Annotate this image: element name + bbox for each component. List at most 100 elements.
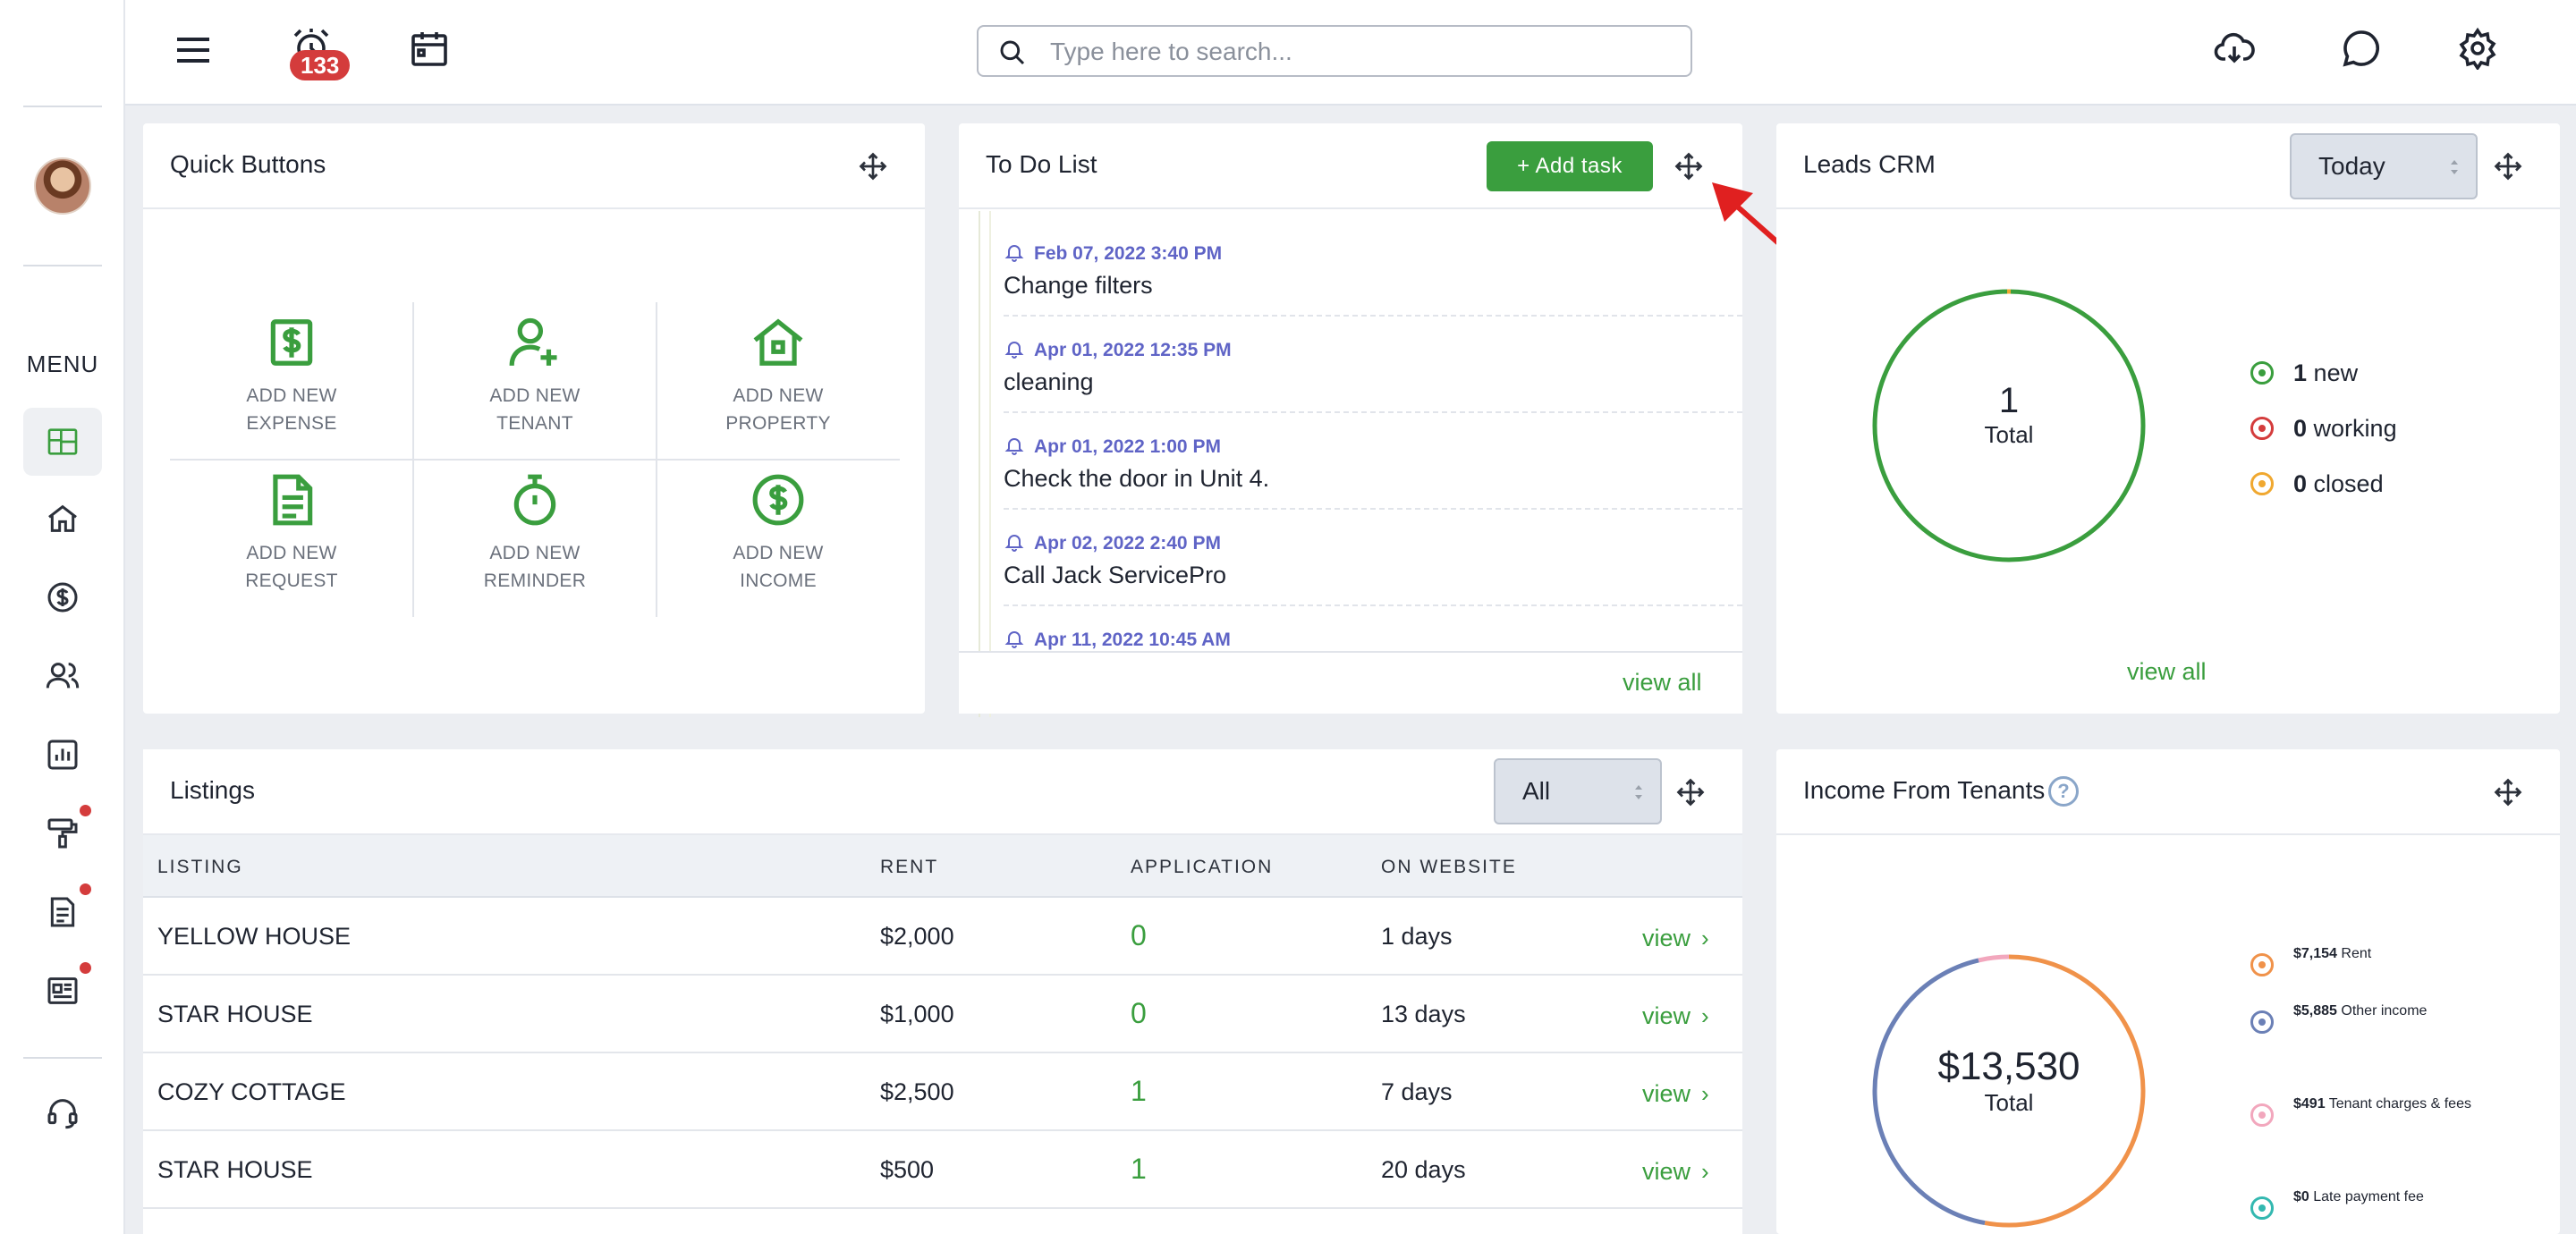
top-bar: 133: [125, 0, 2576, 106]
legend-item-working: 0 working: [2250, 413, 2397, 469]
view-listing-link[interactable]: view ›: [1642, 925, 1709, 952]
todo-card: To Do List + Add task Feb 07, 2022 3:40 …: [959, 123, 1742, 717]
listing-on-website: 20 days: [1381, 1156, 1466, 1183]
column-header[interactable]: RENT: [880, 857, 938, 878]
sidebar-item-support[interactable]: [23, 1078, 102, 1146]
period-select[interactable]: Today: [2290, 133, 2478, 199]
table-row[interactable]: STAR HOUSE $500 1 20 days view ›: [143, 1131, 1742, 1209]
cloud-download-icon: [2214, 32, 2255, 63]
add-request-button[interactable]: ADD NEW REQUEST: [170, 460, 413, 617]
listing-on-website: 13 days: [1381, 1001, 1466, 1027]
listing-name: STAR HOUSE: [157, 1156, 313, 1183]
table-row[interactable]: YELLOW HOUSE $2,000 0 1 days view ›: [143, 898, 1742, 976]
dollar-circle-icon: [752, 474, 804, 526]
todo-text: Check the door in Unit 4.: [1004, 465, 1270, 492]
document-icon: [50, 897, 75, 927]
button-label-line1: ADD NEW: [489, 543, 580, 563]
add-income-button[interactable]: ADD NEW INCOME: [657, 460, 900, 617]
add-task-button[interactable]: + Add task: [1487, 141, 1653, 191]
listing-on-website: 1 days: [1381, 923, 1453, 950]
listing-rent: $1,000: [880, 1001, 954, 1027]
bell-icon: [1004, 438, 1024, 455]
help-icon[interactable]: ?: [2048, 776, 2079, 807]
todo-date: Apr 11, 2022 10:45 AM: [1034, 630, 1231, 650]
sidebar-item-properties[interactable]: [23, 485, 102, 553]
house-icon: [753, 318, 803, 366]
button-label-line2: INCOME: [740, 571, 817, 591]
legend-label: Tenant charges & fees: [2328, 1096, 2471, 1111]
listing-name: COZY COTTAGE: [157, 1078, 346, 1105]
todo-view-all-link[interactable]: view all: [1623, 669, 1702, 697]
drag-handle[interactable]: [857, 150, 889, 182]
todo-item[interactable]: Apr 02, 2022 2:40 PM Call Jack ServicePr…: [1004, 510, 1742, 606]
button-label-line1: ADD NEW: [246, 385, 337, 406]
todo-item[interactable]: Apr 01, 2022 12:35 PM cleaning: [1004, 317, 1742, 413]
listing-rent: $500: [880, 1156, 935, 1183]
button-label-line1: ADD NEW: [246, 543, 337, 563]
add-property-button[interactable]: ADD NEW PROPERTY: [657, 302, 900, 460]
add-tenant-button[interactable]: ADD NEW TENANT: [413, 302, 657, 460]
card-title: Quick Buttons: [170, 150, 326, 178]
bell-icon: [1004, 535, 1024, 552]
sidebar-item-listings[interactable]: [23, 957, 102, 1025]
listing-applications: 1: [1131, 1153, 1147, 1185]
news-icon: [47, 977, 78, 1004]
notification-badge: 133: [290, 50, 351, 80]
legend-item-new: 1 new: [2250, 358, 2397, 413]
view-label: view: [1642, 1002, 1691, 1029]
chart-icon: [47, 740, 78, 770]
legend-amount: $7,154: [2293, 946, 2337, 961]
settings-button[interactable]: [2456, 27, 2499, 70]
dollar-icon: [47, 582, 78, 613]
column-header[interactable]: ON WEBSITE: [1381, 857, 1517, 878]
hamburger-menu-button[interactable]: [172, 29, 215, 72]
avatar[interactable]: [34, 157, 91, 215]
sidebar-item-reports[interactable]: [23, 721, 102, 789]
table-row[interactable]: COZY COTTAGE $2,500 1 7 days view ›: [143, 1053, 1742, 1131]
sidebar-item-maintenance[interactable]: [23, 799, 102, 867]
legend-label: Rent: [2341, 946, 2372, 961]
drag-handle[interactable]: [2492, 150, 2524, 182]
table-row[interactable]: STAR HOUSE $1,000 0 13 days view ›: [143, 976, 1742, 1053]
view-listing-link[interactable]: view ›: [1642, 1080, 1709, 1108]
card-header: To Do List + Add task: [959, 123, 1742, 209]
view-label: view: [1642, 925, 1691, 951]
add-reminder-button[interactable]: ADD NEW REMINDER: [413, 460, 657, 617]
column-header[interactable]: APPLICATION: [1131, 857, 1273, 878]
search-box: [977, 25, 1692, 77]
search-input[interactable]: [1050, 34, 1676, 70]
legend-label: closed: [2313, 470, 2384, 497]
sidebar-item-accounting[interactable]: [23, 563, 102, 631]
todo-text: Change filters: [1004, 272, 1153, 299]
income-total-label: Total: [1984, 1089, 2034, 1116]
card-header: Leads CRM Today: [1776, 123, 2560, 209]
add-expense-button[interactable]: ADD NEW EXPENSE: [170, 302, 413, 460]
legend-marker: [2250, 1010, 2274, 1034]
sidebar-divider: [23, 106, 102, 107]
view-listing-link[interactable]: view ›: [1642, 1002, 1709, 1030]
sidebar-item-people[interactable]: [23, 642, 102, 710]
leads-view-all-link[interactable]: view all: [2127, 658, 2207, 686]
todo-item[interactable]: Apr 01, 2022 1:00 PM Check the door in U…: [1004, 413, 1742, 510]
people-icon: [46, 663, 80, 689]
drag-handle[interactable]: [2492, 776, 2524, 808]
column-header[interactable]: LISTING: [157, 857, 243, 878]
listings-rows: YELLOW HOUSE $2,000 0 1 days view › STAR …: [143, 898, 1742, 1234]
button-label-line1: ADD NEW: [489, 385, 580, 406]
sidebar-item-documents[interactable]: [23, 878, 102, 946]
sidebar-item-dashboard[interactable]: [23, 408, 102, 476]
card-title: To Do List: [986, 150, 1097, 178]
download-button[interactable]: [2213, 27, 2256, 70]
leads-card: Leads CRM Today 1 Total 1 new 0 working …: [1776, 123, 2560, 714]
legend-label: working: [2313, 415, 2397, 442]
quick-buttons-card: Quick Buttons ADD NEW EXPENSE ADD NEW TENA…: [143, 123, 925, 714]
messages-button[interactable]: [2340, 27, 2383, 70]
legend-label: Late payment fee: [2313, 1189, 2424, 1204]
listing-on-website: 7 days: [1381, 1078, 1453, 1105]
calendar-button[interactable]: [408, 27, 451, 70]
donut-slice-2: [1978, 954, 2010, 963]
view-listing-link[interactable]: view ›: [1642, 1158, 1709, 1186]
todo-item[interactable]: Feb 07, 2022 3:40 PM Change filters: [1004, 220, 1742, 317]
todo-date: Apr 01, 2022 1:00 PM: [1034, 436, 1221, 457]
move-icon: [2494, 778, 2522, 807]
